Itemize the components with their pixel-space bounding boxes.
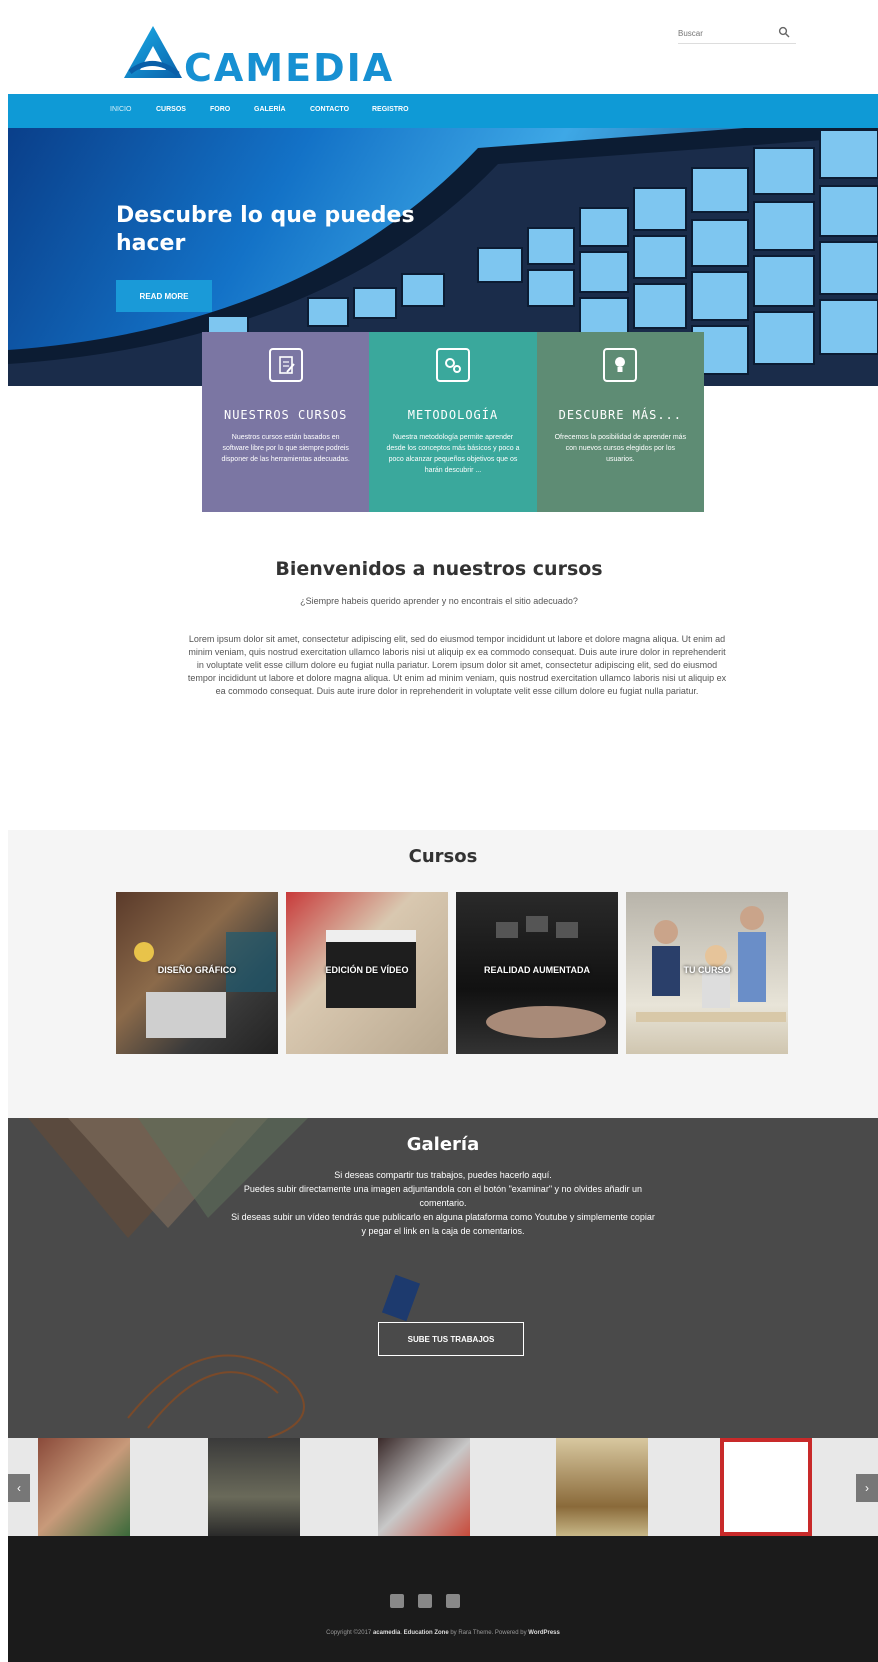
feature-description: Ofrecemos la posibilidad de aprender más… bbox=[554, 434, 687, 463]
wordpress-link[interactable]: WordPress bbox=[528, 1630, 560, 1636]
course-card-realidad-aumentada[interactable]: REALIDAD AUMENTADA bbox=[456, 892, 618, 1054]
chevron-right-icon: › bbox=[865, 1481, 869, 1495]
nav-item-galeria[interactable]: GALERÍA bbox=[254, 106, 286, 113]
course-card-tu-curso[interactable]: TU CURSO bbox=[626, 892, 788, 1054]
gallery-text-line: Si deseas subir un vídeo tendrás que pub… bbox=[231, 1212, 655, 1236]
nav-item-registro[interactable]: REGISTRO bbox=[372, 106, 409, 113]
nav-item-contacto[interactable]: CONTACTO bbox=[310, 106, 349, 113]
welcome-title: Bienvenidos a nuestros cursos bbox=[275, 558, 603, 580]
gears-icon bbox=[435, 348, 470, 382]
search-box bbox=[678, 22, 796, 44]
course-label: REALIDAD AUMENTADA bbox=[484, 965, 590, 975]
feature-description: Nuestros cursos están basados en softwar… bbox=[221, 434, 350, 463]
feature-metodologia[interactable]: METODOLOGÍA Nuestra metodología permite … bbox=[369, 332, 537, 512]
feature-title: METODOLOGÍA bbox=[407, 408, 499, 422]
copyright-prefix: Copyright ©2017 bbox=[326, 1630, 372, 1636]
carousel-next-button[interactable]: › bbox=[856, 1474, 878, 1502]
logo-triangle-icon bbox=[124, 26, 182, 78]
upload-works-button[interactable]: SUBE TUS TRABAJOS bbox=[378, 1322, 524, 1356]
courses-title: Cursos bbox=[408, 846, 478, 867]
nav-item-cursos[interactable]: CURSOS bbox=[156, 106, 186, 113]
search-input[interactable] bbox=[678, 24, 768, 42]
gallery-thumbnail[interactable] bbox=[378, 1438, 470, 1536]
feature-descubre-mas[interactable]: DESCUBRE MÁS... Ofrecemos la posibilidad… bbox=[536, 332, 704, 512]
chevron-left-icon: ‹ bbox=[17, 1481, 21, 1495]
header: CAMEDIA bbox=[0, 0, 878, 94]
gallery-section: Galería Si deseas compartir tus trabajos… bbox=[8, 1118, 878, 1438]
gallery-text-line: Puedes subir directamente una imagen adj… bbox=[243, 1184, 643, 1208]
search-icon[interactable] bbox=[778, 26, 790, 38]
nav-item-foro[interactable]: FORO bbox=[210, 106, 230, 113]
read-more-button[interactable]: READ MORE bbox=[116, 280, 212, 312]
logo-text: CAMEDIA bbox=[184, 46, 395, 90]
welcome-subtitle: ¿Siempre habeis querido aprender y no en… bbox=[300, 596, 578, 606]
lightbulb-icon bbox=[603, 348, 638, 382]
footer: Copyright ©2017 acamedia. Education Zone… bbox=[8, 1536, 878, 1662]
feature-title: NUESTROS CURSOS bbox=[223, 408, 348, 422]
gallery-thumbnail[interactable] bbox=[38, 1438, 130, 1536]
facebook-icon[interactable] bbox=[390, 1594, 404, 1608]
gallery-carousel: ‹ › bbox=[8, 1438, 878, 1536]
course-card-diseno-grafico[interactable]: DISEÑO GRÁFICO bbox=[116, 892, 278, 1054]
edit-document-icon bbox=[268, 348, 303, 382]
feature-description: Nuestra metodología permite aprender des… bbox=[386, 434, 520, 474]
site-name-link[interactable]: acamedia bbox=[373, 1630, 400, 1636]
hero-title: Descubre lo que puedes hacer bbox=[116, 203, 415, 256]
instagram-icon[interactable] bbox=[418, 1594, 432, 1608]
gallery-thumbnail[interactable] bbox=[720, 1438, 812, 1536]
linkedin-icon[interactable] bbox=[446, 1594, 460, 1608]
courses-section: Cursos DISEÑO GRÁFICO EDICIÓN DE VÍDEO R… bbox=[8, 830, 878, 1118]
feature-nuestros-cursos[interactable]: NUESTROS CURSOS Nuestros cursos están ba… bbox=[202, 332, 370, 512]
page: CAMEDIA INICIO CURSOS FORO GALERÍA CONTA… bbox=[0, 0, 878, 1662]
site-logo[interactable]: CAMEDIA bbox=[122, 24, 392, 90]
course-card-edicion-video[interactable]: EDICIÓN DE VÍDEO bbox=[286, 892, 448, 1054]
gallery-text: Si deseas compartir tus trabajos, puedes… bbox=[228, 1168, 658, 1238]
features-row: NUESTROS CURSOS Nuestros cursos están ba… bbox=[202, 332, 704, 512]
theme-name-link[interactable]: Education Zone bbox=[404, 1630, 449, 1636]
copyright-text: Copyright ©2017 acamedia. Education Zone… bbox=[326, 1630, 560, 1636]
gallery-background-image bbox=[28, 1118, 421, 1438]
main-nav: INICIO CURSOS FORO GALERÍA CONTACTO REGI… bbox=[8, 94, 878, 128]
feature-title: DESCUBRE MÁS... bbox=[558, 408, 682, 422]
gallery-text-line: Si deseas compartir tus trabajos, puedes… bbox=[334, 1170, 552, 1180]
gallery-thumbnail[interactable] bbox=[208, 1438, 300, 1536]
copyright-by: by Rara Theme. Powered by bbox=[450, 1630, 527, 1636]
course-label: DISEÑO GRÁFICO bbox=[157, 965, 237, 975]
course-label: EDICIÓN DE VÍDEO bbox=[325, 965, 409, 975]
nav-item-inicio[interactable]: INICIO bbox=[110, 106, 131, 113]
course-label: TU CURSO bbox=[683, 965, 731, 975]
gallery-thumbnail[interactable] bbox=[556, 1438, 648, 1536]
welcome-body: Lorem ipsum dolor sit amet, consectetur … bbox=[187, 634, 727, 696]
gallery-title: Galería bbox=[406, 1134, 480, 1155]
carousel-prev-button[interactable]: ‹ bbox=[8, 1474, 30, 1502]
